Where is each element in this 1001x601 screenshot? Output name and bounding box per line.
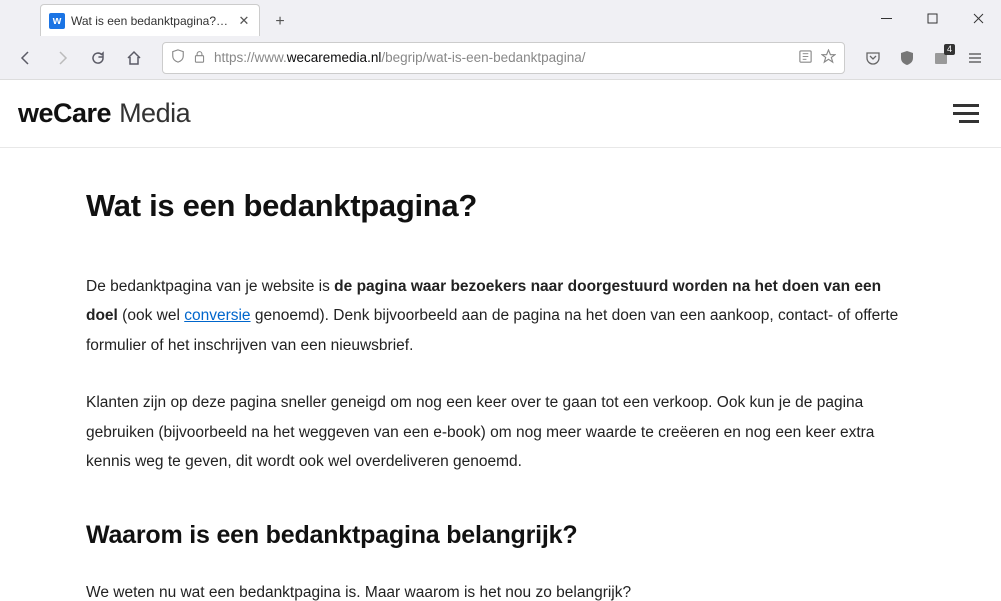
conversie-link[interactable]: conversie <box>184 307 250 324</box>
lock-icon[interactable] <box>193 50 206 66</box>
extension-badge: 4 <box>944 44 955 55</box>
back-button[interactable] <box>10 42 42 74</box>
tab-favicon: w <box>49 13 65 29</box>
shield-icon[interactable] <box>171 49 185 66</box>
logo-bold: weCare <box>18 98 111 128</box>
forward-button[interactable] <box>46 42 78 74</box>
pocket-icon[interactable] <box>857 42 889 74</box>
home-button[interactable] <box>118 42 150 74</box>
toolbar-right-icons: 4 <box>857 42 991 74</box>
hamburger-line-icon <box>953 112 979 115</box>
site-logo[interactable]: weCare Media <box>18 98 190 129</box>
tab-strip: w Wat is een bedanktpagina? 3 tip ✕ + <box>0 0 1001 36</box>
article-content: Wat is een bedanktpagina? De bedanktpagi… <box>0 148 1001 601</box>
app-menu-button[interactable] <box>959 42 991 74</box>
ublock-icon[interactable] <box>891 42 923 74</box>
page-title: Wat is een bedanktpagina? <box>86 188 915 224</box>
hamburger-line-icon <box>959 120 979 123</box>
site-header: weCare Media <box>0 80 1001 148</box>
extension-icon[interactable]: 4 <box>925 42 957 74</box>
logo-light: Media <box>119 98 190 128</box>
window-maximize-button[interactable] <box>909 0 955 36</box>
address-bar[interactable]: https://www.wecaremedia.nl/begrip/wat-is… <box>162 42 845 74</box>
browser-tab[interactable]: w Wat is een bedanktpagina? 3 tip ✕ <box>40 4 260 36</box>
bookmark-star-icon[interactable] <box>821 49 836 67</box>
new-tab-button[interactable]: + <box>266 8 294 36</box>
window-minimize-button[interactable] <box>863 0 909 36</box>
reader-mode-icon[interactable] <box>798 49 813 67</box>
window-close-button[interactable] <box>955 0 1001 36</box>
hamburger-line-icon <box>953 104 979 107</box>
section-heading: Waarom is een bedanktpagina belangrijk? <box>86 521 915 550</box>
reload-button[interactable] <box>82 42 114 74</box>
page-viewport: weCare Media Wat is een bedanktpagina? De… <box>0 80 1001 601</box>
paragraph: We weten nu wat een bedanktpagina is. Ma… <box>86 578 915 601</box>
url-text: https://www.wecaremedia.nl/begrip/wat-is… <box>214 50 585 65</box>
tab-title: Wat is een bedanktpagina? 3 tip <box>71 14 231 28</box>
browser-toolbar: https://www.wecaremedia.nl/begrip/wat-is… <box>0 36 1001 80</box>
tab-close-button[interactable]: ✕ <box>237 14 251 28</box>
browser-chrome: w Wat is een bedanktpagina? 3 tip ✕ + ht… <box>0 0 1001 80</box>
window-controls <box>863 0 1001 36</box>
paragraph: Klanten zijn op deze pagina sneller gene… <box>86 388 915 476</box>
paragraph: De bedanktpagina van je website is de pa… <box>86 272 915 360</box>
menu-button[interactable] <box>949 100 983 127</box>
